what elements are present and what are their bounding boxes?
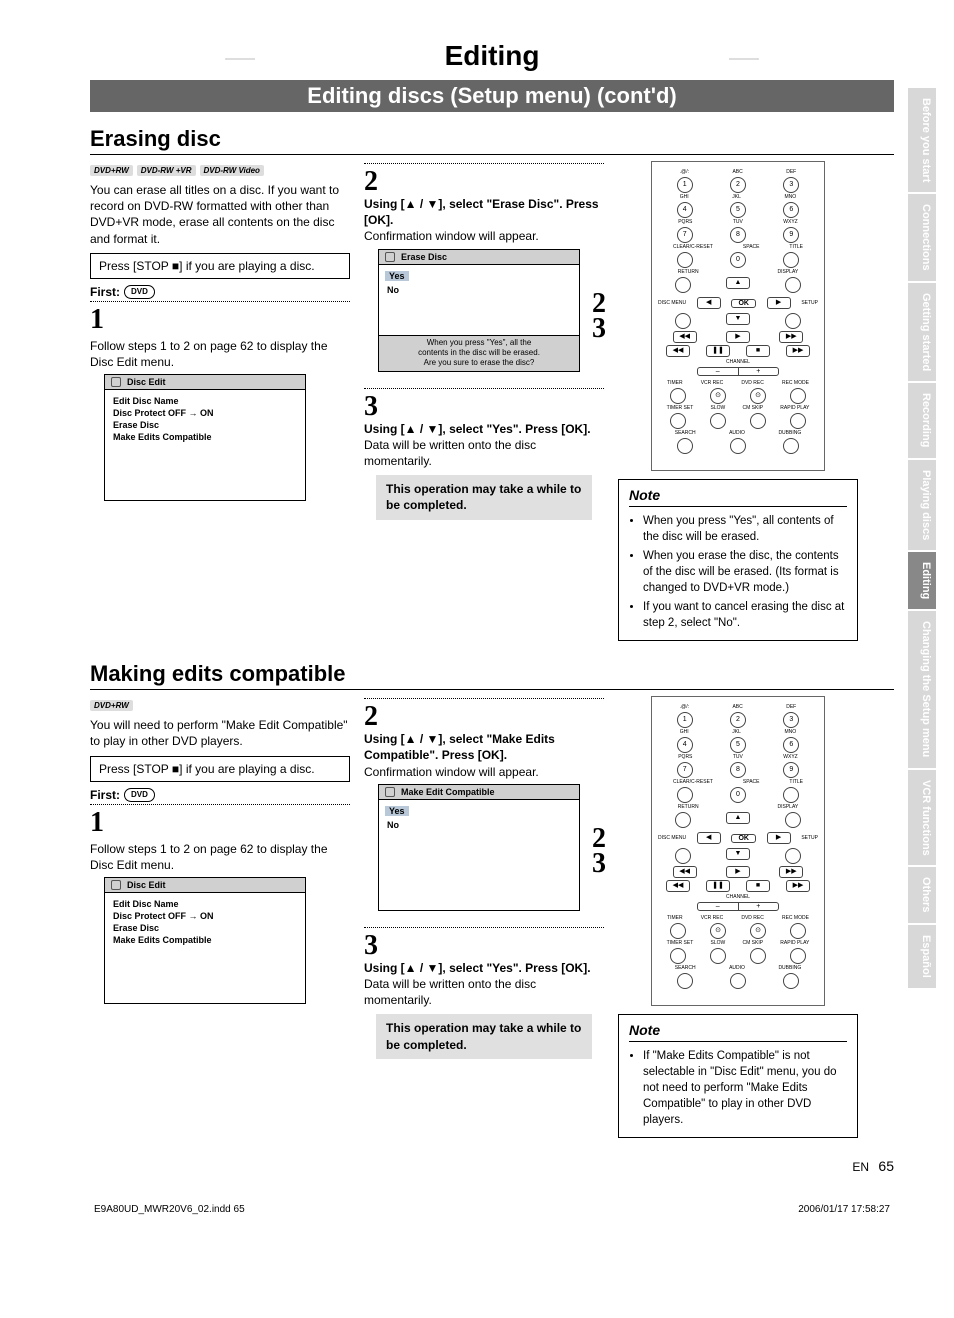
compat-section-title: Making edits compatible [90,661,894,690]
badge-dvd-plus-rw: DVD+RW [90,165,133,176]
erase-intro: You can erase all titles on a disc. If y… [90,182,350,247]
erase-step-2-num: 2 [364,168,604,196]
erase-section-title: Erasing disc [90,126,894,155]
press-stop-box: Press [STOP ■] if you are playing a disc… [90,253,350,279]
compat-box-title: Make Edit Compatible [401,787,495,797]
tab-changing-setup: Changing the Setup menu [908,611,936,767]
page-title: Editing [90,40,894,72]
tab-vcr-functions: VCR functions [908,770,936,866]
disc-edit-title: Disc Edit [127,880,166,890]
page-lang: EN [852,1160,869,1174]
disc-icon [385,252,395,262]
title-deco-right [594,58,894,60]
dotted-divider [364,388,604,389]
erase-box-title: Erase Disc [401,252,447,262]
erase-step-3-bold: Using [▲ / ▼], select "Yes". Press [OK]. [364,422,591,436]
erase-note-1: When you press "Yes", all contents of th… [643,513,847,545]
press-stop-box: Press [STOP ■] if you are playing a disc… [90,756,350,782]
menu-erase-disc: Erase Disc [111,420,299,430]
title-deco-left [90,58,390,60]
dotted-divider [364,163,604,164]
tab-espanol: Español [908,925,936,988]
compat-step-2-plain: Confirmation window will appear. [364,765,539,779]
erase-step-2-bold: Using [▲ / ▼], select "Erase Disc". Pres… [364,197,599,227]
compat-disc-type-badges: DVD+RW [90,700,350,711]
compat-note-box: Note If "Make Edits Compatible" is not s… [618,1014,858,1138]
menu-make-edits-compatible: Make Edits Compatible [111,935,299,945]
remote-step-indicator: 23 [592,826,606,876]
dvd-mode-pill: DVD [124,788,155,802]
disc-edit-menu-2: Disc Edit Edit Disc Name Disc Protect OF… [104,877,306,1004]
dotted-divider [364,927,604,928]
tab-getting-started: Getting started [908,283,936,381]
erase-disc-type-badges: DVD+RW DVD-RW +VR DVD-RW Video [90,165,350,176]
tab-playing-discs: Playing discs [908,460,936,550]
compat-step-3-bold: Using [▲ / ▼], select "Yes". Press [OK]. [364,961,591,975]
compat-step-1-num: 1 [90,809,350,837]
menu-edit-disc-name: Edit Disc Name [111,899,299,909]
erase-no: No [385,285,573,295]
remote-control-diagram-2: .@/:ABCDEF 123 GHIJKLMNO 456 PQRSTUVWXYZ… [651,696,825,1006]
erase-yes: Yes [385,271,409,281]
page-number: 65 [878,1158,894,1174]
menu-make-edits-compatible: Make Edits Compatible [111,432,299,442]
erase-footer: When you press "Yes", all the contents i… [379,335,579,371]
erase-callout: This operation may take a while to be co… [376,475,592,519]
note-title: Note [629,486,847,507]
source-file: E9A80UD_MWR20V6_02.indd 65 [94,1204,245,1215]
badge-dvd-rw-vr: DVD-RW +VR [137,165,196,176]
erase-step-3-num: 3 [364,393,604,421]
erase-note-3: If you want to cancel erasing the disc a… [643,599,847,631]
compat-intro: You will need to perform "Make Edit Comp… [90,717,350,749]
erase-step-1-num: 1 [90,306,350,334]
tab-editing: Editing [908,552,936,609]
tab-others: Others [908,867,936,922]
erase-note-box: Note When you press "Yes", all contents … [618,479,858,641]
disc-icon [111,377,121,387]
compat-yes: Yes [385,806,409,816]
tab-recording: Recording [908,383,936,457]
compat-no: No [385,820,573,830]
disc-icon [111,880,121,890]
side-tabs: Before you start Connections Getting sta… [908,88,936,990]
first-label: First: [90,285,120,299]
remote-control-diagram: .@/:ABCDEF 123 GHIJKLMNO 456 PQRSTUVWXYZ… [651,161,825,471]
tab-connections: Connections [908,194,936,281]
erase-step-3-plain: Data will be written onto the disc momen… [364,438,536,468]
tab-before-you-start: Before you start [908,88,936,192]
compat-step-2-bold: Using [▲ / ▼], select "Make Edits Compat… [364,732,555,762]
compat-step-3-num: 3 [364,932,604,960]
menu-disc-protect: Disc Protect OFF → ON [111,911,299,921]
compat-step-3-plain: Data will be written onto the disc momen… [364,977,536,1007]
badge-dvd-rw-video: DVD-RW Video [200,165,264,176]
dotted-divider [90,301,350,302]
dvd-mode-pill: DVD [124,285,155,299]
dotted-divider [90,804,350,805]
disc-edit-menu: Disc Edit Edit Disc Name Disc Protect OF… [104,374,306,501]
print-timestamp: 2006/01/17 17:58:27 [798,1204,890,1215]
page-subtitle: Editing discs (Setup menu) (cont'd) [90,80,894,112]
menu-edit-disc-name: Edit Disc Name [111,396,299,406]
menu-erase-disc: Erase Disc [111,923,299,933]
disc-edit-title: Disc Edit [127,377,166,387]
dotted-divider [364,698,604,699]
erase-disc-dialog: Erase Disc Yes No When you press "Yes", … [378,249,580,372]
compat-callout: This operation may take a while to be co… [376,1014,592,1058]
remote-step-indicator: 23 [592,291,606,341]
erase-step-1-text: Follow steps 1 to 2 on page 62 to displa… [90,338,350,370]
erase-step-2-plain: Confirmation window will appear. [364,229,539,243]
compat-step-2-num: 2 [364,703,604,731]
compat-note-1: If "Make Edits Compatible" is not select… [643,1048,847,1128]
first-label: First: [90,788,120,802]
erase-note-2: When you erase the disc, the contents of… [643,548,847,596]
note-title: Note [629,1021,847,1042]
menu-disc-protect: Disc Protect OFF → ON [111,408,299,418]
badge-dvd-plus-rw: DVD+RW [90,700,133,711]
compat-step-1-text: Follow steps 1 to 2 on page 62 to displa… [90,841,350,873]
compat-dialog: Make Edit Compatible Yes No [378,784,580,911]
disc-icon [385,787,395,797]
